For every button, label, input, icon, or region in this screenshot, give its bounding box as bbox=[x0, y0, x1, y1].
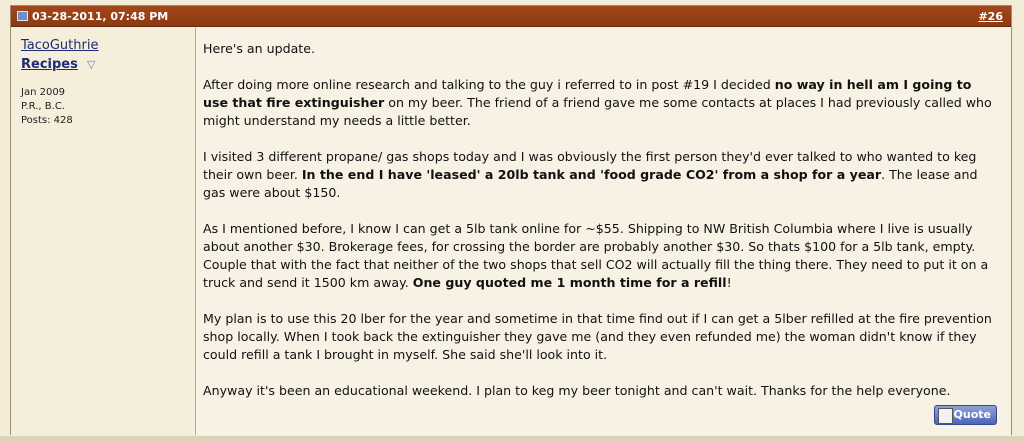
message-paragraph: Anyway it's been an educational weekend.… bbox=[203, 383, 951, 398]
quote-icon bbox=[938, 408, 953, 424]
message-paragraph: As I mentioned before, I know I can get … bbox=[203, 220, 999, 292]
post-count: Posts: 428 bbox=[21, 115, 73, 126]
quote-button[interactable]: Quote bbox=[934, 405, 997, 425]
message-paragraph: I visited 3 different propane/ gas shops… bbox=[203, 148, 999, 202]
post-message: Here's an update. After doing more onlin… bbox=[196, 27, 1011, 435]
username-link[interactable]: TacoGuthrie bbox=[21, 38, 195, 53]
quote-label: Quote bbox=[953, 408, 991, 421]
post-date: 03-28-2011, 07:48 PM bbox=[32, 9, 169, 23]
post-number-link[interactable]: #26 bbox=[978, 10, 1003, 23]
dropdown-arrow-icon[interactable]: ▽ bbox=[87, 58, 95, 71]
join-date: Jan 2009 bbox=[21, 87, 66, 98]
message-paragraph: My plan is to use this 20 lber for the y… bbox=[203, 311, 992, 362]
message-paragraph: After doing more online research and tal… bbox=[203, 76, 999, 130]
post-header: 03-28-2011, 07:48 PM #26 bbox=[11, 6, 1011, 27]
message-text: After doing more online research and tal… bbox=[203, 77, 775, 92]
post-status-icon bbox=[17, 11, 28, 21]
user-recipes-link[interactable]: Recipes bbox=[21, 57, 78, 72]
message-bold-text: In the end I have 'leased' a 20lb tank a… bbox=[301, 167, 882, 182]
user-location: P.R., B.C. bbox=[21, 101, 65, 112]
message-text: ! bbox=[726, 275, 732, 290]
post-date-group: 03-28-2011, 07:48 PM bbox=[17, 10, 168, 23]
user-meta: Jan 2009 P.R., B.C. Posts: 428 bbox=[21, 86, 195, 128]
user-info-panel: TacoGuthrie Recipes ▽ Jan 2009 P.R., B.C… bbox=[11, 27, 196, 435]
forum-post: 03-28-2011, 07:48 PM #26 TacoGuthrie Rec… bbox=[10, 5, 1012, 435]
message-paragraph: Here's an update. bbox=[203, 41, 315, 56]
message-bold-text: One guy quoted me 1 month time for a ref… bbox=[412, 275, 727, 290]
page-divider bbox=[0, 436, 1024, 441]
post-body: TacoGuthrie Recipes ▽ Jan 2009 P.R., B.C… bbox=[11, 27, 1011, 435]
